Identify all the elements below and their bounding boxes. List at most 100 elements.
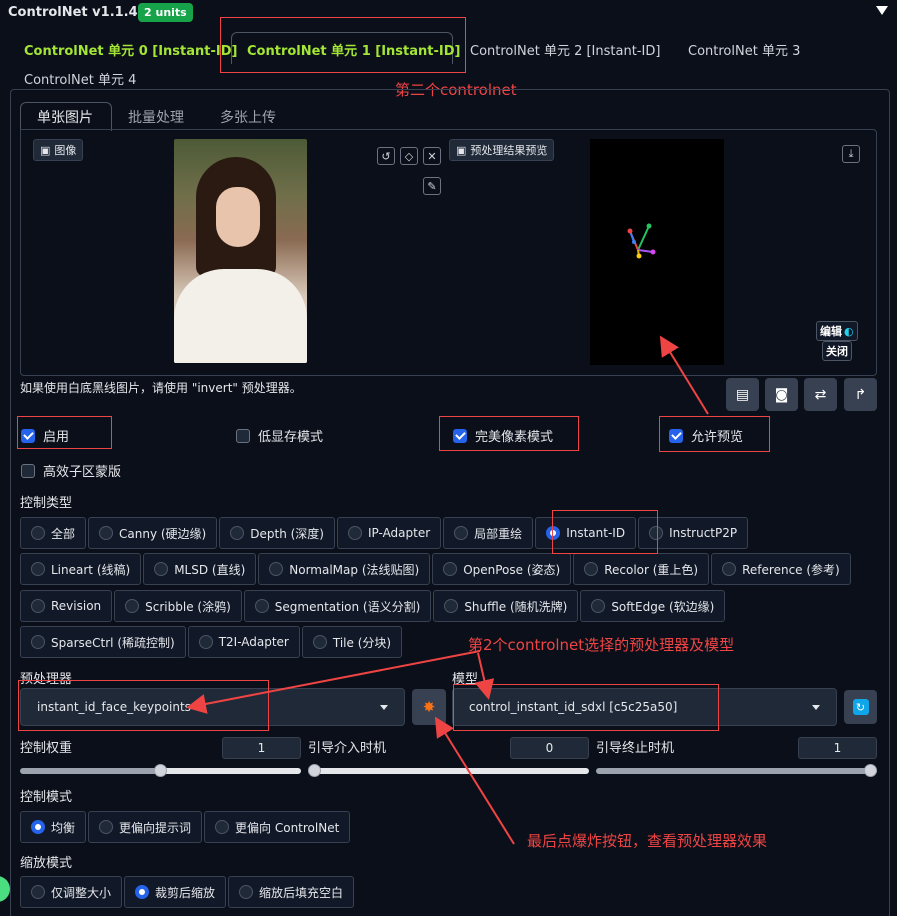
run-preprocessor-button[interactable]: ✸ [412,689,446,725]
radio-t2i-adapter[interactable]: T2I-Adapter [187,626,300,658]
units-badge: 2 units [138,3,193,22]
slider-track[interactable] [596,768,877,774]
erase-icon[interactable]: ◇ [400,147,418,165]
guidance-start-input[interactable]: 0 [510,737,589,759]
slider-track[interactable] [308,768,589,774]
control-type-row-1: Lineart (线稿) MLSD (直线) NormalMap (法线贴图) … [20,553,853,585]
radio-instant-id[interactable]: Instant-ID [535,517,637,549]
preprocessor-dropdown[interactable]: instant_id_face_keypoints [20,688,405,726]
checkbox-box[interactable] [236,428,250,443]
undo-icon[interactable]: ↺ [377,147,395,165]
radio-shuffle[interactable]: Shuffle (随机洗牌) [433,590,579,622]
send-dimensions-icon[interactable]: ↱ [844,378,877,411]
control-mode-label: 控制模式 [20,790,73,805]
tab-single-image[interactable]: 单张图片 [37,107,93,127]
camera-icon[interactable]: ◙ [765,378,798,411]
resize-mode-label: 缩放模式 [20,856,73,871]
radio-normalmap[interactable]: NormalMap (法线贴图) [258,553,431,585]
radio-resize-and-fill[interactable]: 缩放后填充空白 [228,876,355,908]
radio-mlsd[interactable]: MLSD (直线) [143,553,257,585]
image-icon: ▣ [456,143,467,157]
radio-openpose[interactable]: OpenPose (姿态) [432,553,572,585]
annotation-preprocessor-model: 第2个controlnet选择的预处理器及模型 [468,636,735,654]
checkbox-box[interactable] [669,428,683,443]
control-mode-group: 均衡 更偏向提示词 更偏向 ControlNet [20,811,352,843]
model-label: 模型 [452,672,479,687]
radio-revision[interactable]: Revision [20,590,113,622]
slider-thumb[interactable] [308,764,321,777]
slider-thumb[interactable] [154,764,167,777]
guidance-start-label: 引导介入时机 [308,741,387,756]
brush-icon[interactable]: ✎ [423,177,441,195]
tab-multi-upload[interactable]: 多张上传 [220,107,276,127]
refresh-icon: ↻ [852,699,869,715]
radio-reference[interactable]: Reference (参考) [711,553,851,585]
image-label-chip: ▣ 图像 [33,139,84,161]
preprocessor-label: 预处理器 [20,672,73,687]
radio-inpaint[interactable]: 局部重绘 [443,517,534,549]
control-type-label: 控制类型 [20,496,73,511]
radio-ip-adapter[interactable]: IP-Adapter [336,517,442,549]
guidance-start-slider[interactable] [308,764,589,778]
checkbox-enable[interactable]: 启用 [21,426,69,445]
control-type-row-3: SparseCtrl (稀疏控制) T2I-Adapter Tile (分块) [20,626,404,658]
edit-button[interactable]: 编辑 ◐ [816,321,858,341]
resize-mode-group: 仅调整大小 裁剪后缩放 缩放后填充空白 [20,876,356,908]
preview-label-chip: ▣ 预处理结果预览 [449,139,555,161]
checkbox-box[interactable] [21,463,35,478]
checkbox-box[interactable] [21,428,35,443]
checkbox-low-vram[interactable]: 低显存模式 [236,426,323,445]
radio-sparsectrl[interactable]: SparseCtrl (稀疏控制) [20,626,186,658]
explosion-icon: ✸ [422,698,436,716]
close-preview-button[interactable]: 关闭 [822,341,852,361]
radio-recolor[interactable]: Recolor (重上色) [573,553,710,585]
radio-depth[interactable]: Depth (深度) [219,517,335,549]
preview-label: 预处理结果预览 [470,144,548,157]
tab-unit-3[interactable]: ControlNet 单元 3 [688,40,800,59]
radio-balanced[interactable]: 均衡 [20,811,87,843]
refresh-models-button[interactable]: ↻ [844,690,877,724]
tab-unit-1[interactable]: ControlNet 单元 1 [Instant-ID] [247,40,460,59]
tab-unit-4[interactable]: ControlNet 单元 4 [24,69,136,88]
radio-controlnet-important[interactable]: 更偏向 ControlNet [204,811,351,843]
tab-batch[interactable]: 批量处理 [128,107,184,127]
radio-just-resize[interactable]: 仅调整大小 [20,876,123,908]
radio-canny[interactable]: Canny (硬边缘) [88,517,218,549]
floating-indicator[interactable] [0,876,10,902]
guidance-end-label: 引导终止时机 [596,741,675,756]
chevron-down-icon [812,704,820,710]
guidance-end-input[interactable]: 1 [798,737,877,759]
input-photo[interactable] [174,139,307,363]
radio-scribble[interactable]: Scribble (涂鸦) [114,590,242,622]
radio-softedge[interactable]: SoftEdge (软边缘) [580,590,726,622]
guidance-end-slider[interactable] [596,764,877,778]
radio-all[interactable]: 全部 [20,517,87,549]
notepad-icon[interactable]: ▤ [726,378,759,411]
control-weight-input[interactable]: 1 [222,737,301,759]
radio-lineart[interactable]: Lineart (线稿) [20,553,142,585]
checkbox-pixel-perfect[interactable]: 完美像素模式 [453,426,553,445]
collapse-arrow-icon[interactable] [876,6,888,15]
radio-prompt-important[interactable]: 更偏向提示词 [88,811,203,843]
control-type-row-2: Revision Scribble (涂鸦) Segmentation (语义分… [20,590,727,622]
tab-unit-0[interactable]: ControlNet 单元 0 [Instant-ID] [24,40,237,59]
radio-tile[interactable]: Tile (分块) [301,626,403,658]
close-icon[interactable]: ✕ [423,147,441,165]
control-weight-label: 控制权重 [20,741,73,756]
download-icon[interactable]: ⤓ [842,145,860,163]
slider-thumb[interactable] [864,764,877,777]
image-icon: ▣ [40,143,51,157]
radio-segmentation[interactable]: Segmentation (语义分割) [243,590,432,622]
face-keypoints-graphic [627,223,656,259]
checkbox-box[interactable] [453,428,467,443]
image-label: 图像 [54,144,77,157]
tab-unit-2[interactable]: ControlNet 单元 2 [Instant-ID] [470,40,660,59]
control-weight-slider[interactable] [20,764,301,778]
radio-crop-and-resize[interactable]: 裁剪后缩放 [124,876,227,908]
swap-icon[interactable]: ⇄ [804,378,837,411]
radio-instructp2p[interactable]: InstructP2P [638,517,749,549]
checkbox-effective-region-mask[interactable]: 高效子区蒙版 [21,461,121,480]
chevron-down-icon [380,704,388,710]
checkbox-allow-preview[interactable]: 允许预览 [669,426,743,445]
model-dropdown[interactable]: control_instant_id_sdxl [c5c25a50] [452,688,837,726]
